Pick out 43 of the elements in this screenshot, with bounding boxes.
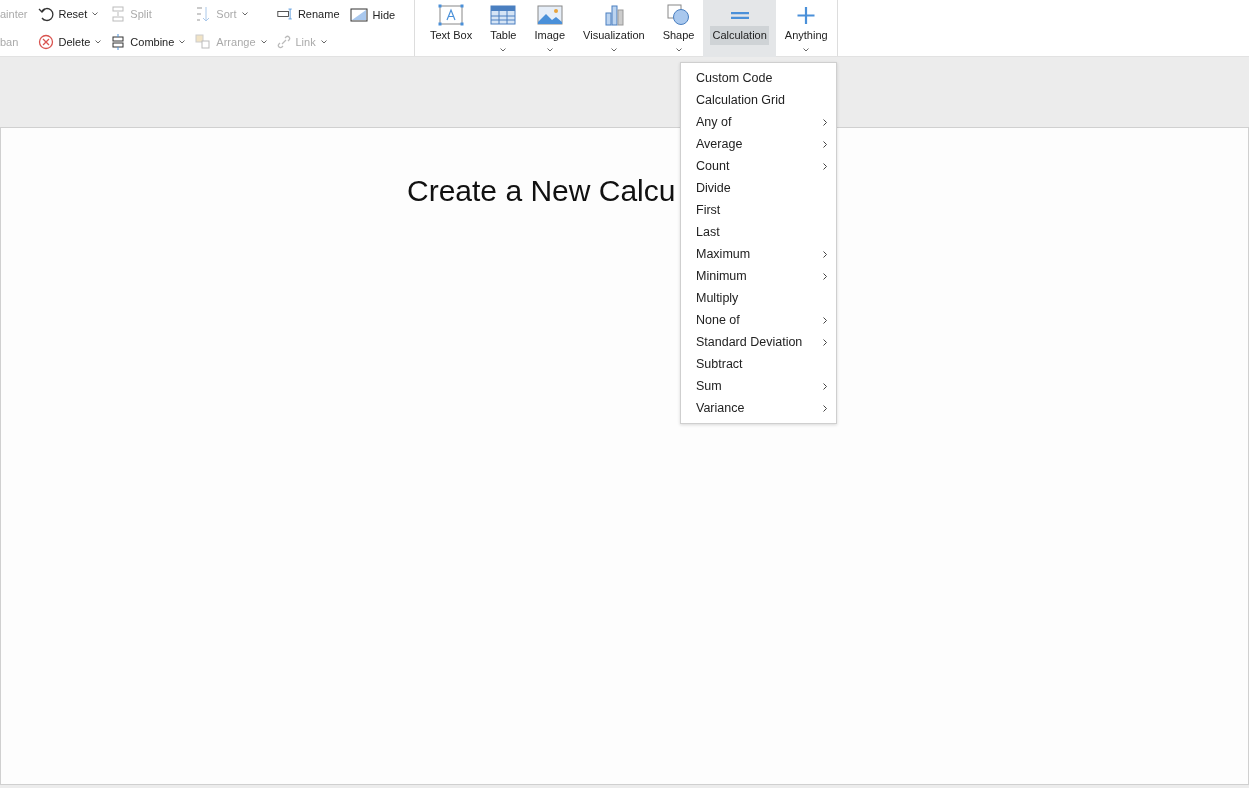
menu-item[interactable]: Standard Deviation (681, 331, 836, 353)
page-title: Create a New Calcu (407, 173, 676, 209)
equals-icon (730, 11, 749, 19)
insert-button[interactable]: Anything (775, 0, 837, 57)
menu-item[interactable]: Last (681, 221, 836, 243)
link-icon (276, 35, 291, 49)
menu-item[interactable]: Multiply (681, 287, 836, 309)
menu-item[interactable]: Variance (681, 397, 836, 419)
delete-icon (37, 34, 54, 50)
image-icon (536, 4, 563, 26)
hide-icon (349, 8, 368, 22)
menu-item[interactable]: Count (681, 155, 836, 177)
menu-item[interactable]: Minimum (681, 265, 836, 287)
arrange-icon (195, 34, 212, 50)
table-icon (490, 4, 517, 26)
sort-icon (195, 6, 212, 22)
menu-item[interactable]: Subtract (681, 353, 836, 375)
menu-item[interactable]: Calculation Grid (681, 89, 836, 111)
toolbar-button[interactable]: Combine (106, 28, 191, 56)
shape-icon (665, 4, 692, 26)
menu-item[interactable]: Divide (681, 177, 836, 199)
toolbar-button[interactable]: Delete (32, 28, 107, 56)
menu-item[interactable]: Average (681, 133, 836, 155)
menu-item[interactable]: Maximum (681, 243, 836, 265)
insert-button[interactable]: Text Box (421, 0, 482, 57)
insert-button[interactable]: Calculation (703, 0, 776, 57)
insert-button[interactable]: Table (481, 0, 526, 57)
rename-icon (276, 7, 293, 21)
toolbar-button[interactable]: Reset (32, 0, 107, 28)
insert-button[interactable]: Visualization (574, 0, 654, 57)
insert-button[interactable]: Shape (653, 0, 704, 57)
menu-item[interactable]: Any of (681, 111, 836, 133)
text-box-icon (438, 4, 465, 26)
split-icon (111, 6, 126, 22)
menu-item[interactable]: Custom Code (681, 67, 836, 89)
menu-item[interactable]: First (681, 199, 836, 221)
insert-button[interactable]: Image (525, 0, 575, 57)
menu-item[interactable]: None of (681, 309, 836, 331)
combine-icon (111, 34, 126, 50)
undo-icon (37, 6, 54, 22)
toolbar-button[interactable]: Rename (271, 0, 345, 28)
toolbar-button[interactable]: Hide (344, 0, 401, 30)
menu-item[interactable]: Sum (681, 375, 836, 397)
